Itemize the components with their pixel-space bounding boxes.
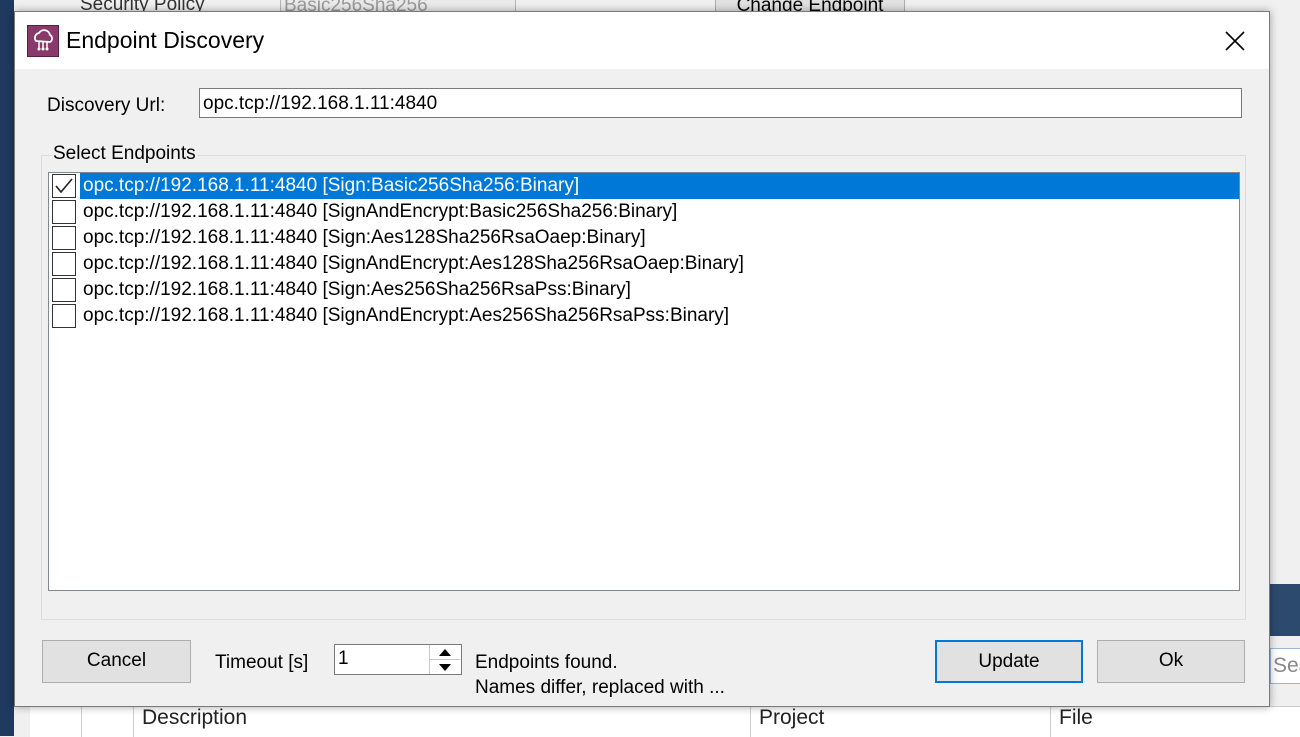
close-icon [1225, 30, 1245, 51]
endpoint-label: opc.tcp://192.168.1.11:4840 [Sign:Basic2… [80, 173, 1239, 199]
background-right-header [1270, 584, 1300, 636]
arrow-down-icon [439, 663, 451, 671]
arrow-up-icon [439, 648, 451, 656]
title-bar[interactable]: Endpoint Discovery [15, 12, 1269, 69]
grid-header-marker [82, 707, 134, 737]
endpoint-discovery-dialog: Endpoint Discovery Discovery Url: Select… [14, 11, 1270, 707]
stepper-arrows [429, 645, 461, 674]
endpoint-list[interactable]: opc.tcp://192.168.1.11:4840 [Sign:Basic2… [48, 172, 1240, 591]
endpoint-label: opc.tcp://192.168.1.11:4840 [SignAndEncr… [83, 305, 730, 326]
list-item[interactable]: opc.tcp://192.168.1.11:4840 [SignAndEncr… [49, 251, 1239, 277]
list-item[interactable]: opc.tcp://192.168.1.11:4840 [SignAndEncr… [49, 303, 1239, 329]
endpoint-label: opc.tcp://192.168.1.11:4840 [Sign:Aes128… [83, 227, 646, 248]
grid-column-description[interactable]: Description [134, 707, 751, 737]
endpoint-checkbox[interactable] [52, 226, 76, 250]
update-button[interactable]: Update [935, 640, 1083, 683]
endpoint-label: opc.tcp://192.168.1.11:4840 [SignAndEncr… [83, 253, 744, 274]
endpoint-label: opc.tcp://192.168.1.11:4840 [Sign:Aes256… [83, 279, 631, 300]
checkmark-icon [55, 178, 73, 194]
endpoint-checkbox[interactable] [52, 304, 76, 328]
ok-button[interactable]: Ok [1097, 640, 1245, 683]
discovery-url-input[interactable] [199, 88, 1242, 118]
discovery-url-label: Discovery Url: [47, 95, 166, 116]
timeout-stepper[interactable]: 1 [334, 644, 462, 675]
list-item[interactable]: opc.tcp://192.168.1.11:4840 [SignAndEncr… [49, 199, 1239, 225]
cloud-network-icon [27, 25, 59, 57]
background-search-input[interactable]: Sea [1270, 648, 1300, 684]
list-item[interactable]: opc.tcp://192.168.1.11:4840 [Sign:Aes128… [49, 225, 1239, 251]
endpoint-label: opc.tcp://192.168.1.11:4840 [SignAndEncr… [83, 201, 678, 222]
select-endpoints-label: Select Endpoints [52, 143, 197, 165]
status-text-line2: Names differ, replaced with ... [475, 677, 725, 698]
app-left-edge [0, 0, 14, 736]
stepper-up-button[interactable] [430, 645, 460, 660]
status-text-line1: Endpoints found. [475, 652, 618, 673]
timeout-value[interactable]: 1 [338, 648, 349, 670]
endpoint-checkbox[interactable] [52, 200, 76, 224]
grid-header-blank [30, 707, 82, 737]
list-item[interactable]: opc.tcp://192.168.1.11:4840 [Sign:Basic2… [49, 173, 1239, 199]
list-item[interactable]: opc.tcp://192.168.1.11:4840 [Sign:Aes256… [49, 277, 1239, 303]
endpoint-checkbox[interactable] [52, 174, 76, 198]
cancel-button[interactable]: Cancel [42, 640, 191, 683]
background-grid-header: Description Project File [30, 706, 1300, 737]
timeout-label: Timeout [s] [215, 652, 309, 673]
dialog-title: Endpoint Discovery [66, 27, 265, 53]
endpoint-checkbox[interactable] [52, 278, 76, 302]
endpoint-checkbox[interactable] [52, 252, 76, 276]
grid-column-project[interactable]: Project [751, 707, 1051, 737]
grid-column-file[interactable]: File [1051, 707, 1300, 737]
stepper-down-button[interactable] [430, 660, 460, 674]
close-button[interactable] [1201, 12, 1269, 69]
